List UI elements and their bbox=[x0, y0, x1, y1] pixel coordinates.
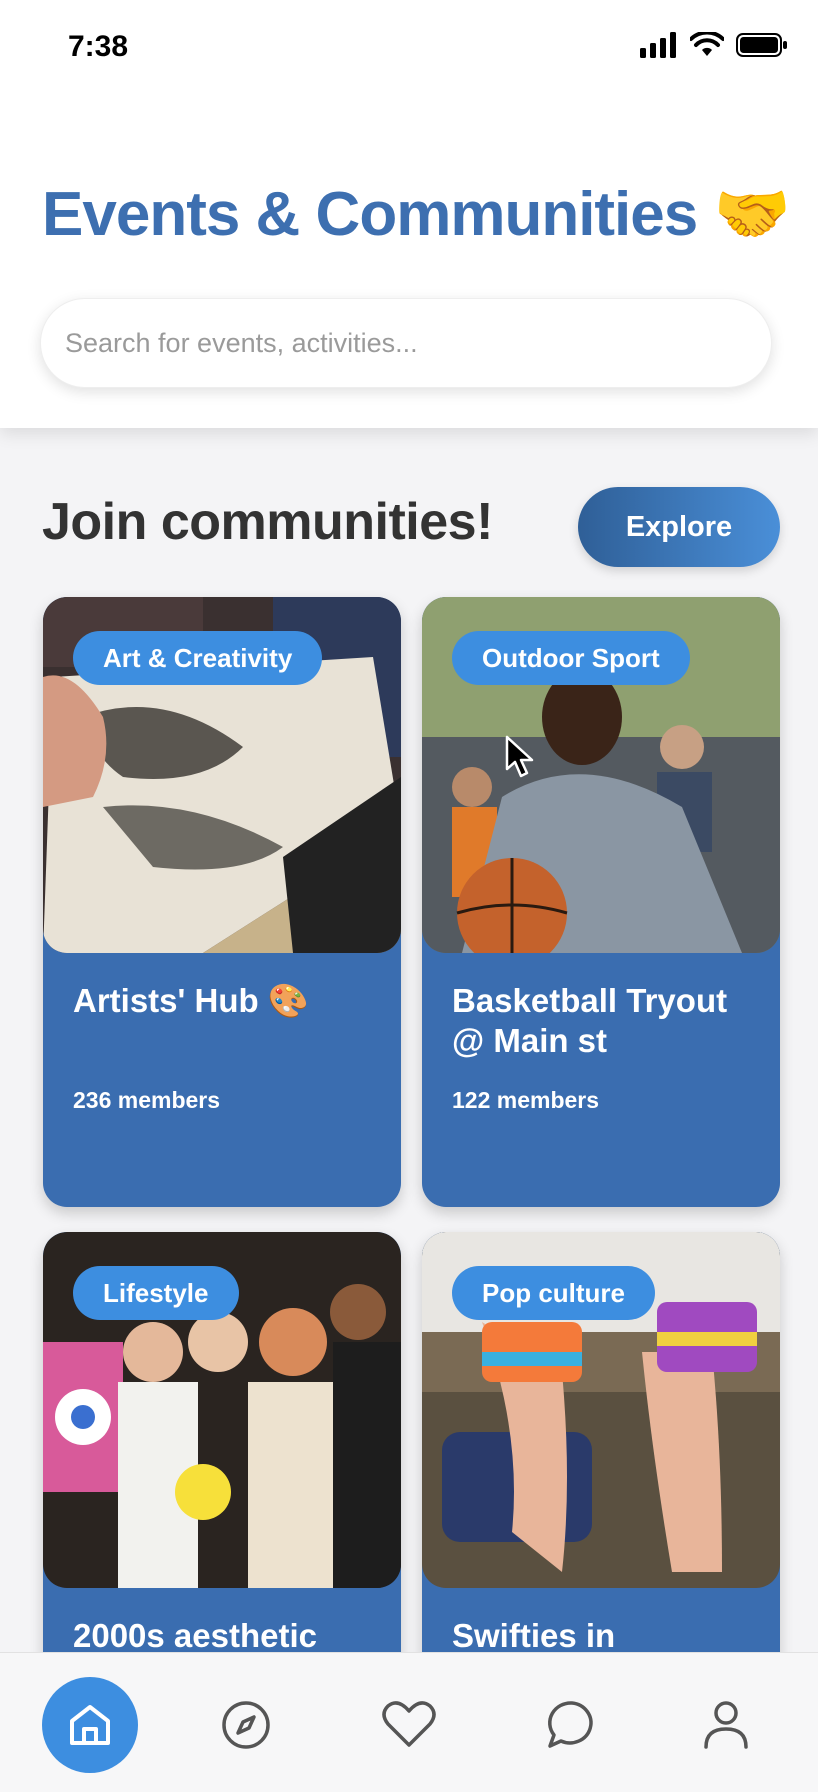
status-bar: 7:38 bbox=[0, 0, 818, 100]
member-count: 122 members bbox=[452, 1087, 600, 1113]
heart-icon bbox=[382, 1701, 436, 1747]
card-title: Artists' Hub 🎨 bbox=[73, 982, 309, 1019]
signal-icon bbox=[640, 32, 676, 58]
community-card-basketball-tryout[interactable]: Outdoor Sport Basketball Tryout @ Main s… bbox=[422, 597, 780, 1207]
mouse-cursor-icon bbox=[505, 735, 534, 778]
tab-home[interactable] bbox=[42, 1677, 138, 1773]
card-title: Swifties in bbox=[452, 1617, 616, 1654]
wifi-icon bbox=[690, 32, 724, 56]
header-panel: 7:38 Events & Communities 🤝 bbox=[0, 0, 818, 428]
home-icon bbox=[70, 1705, 110, 1745]
profile-icon bbox=[704, 1701, 748, 1749]
category-chip: Art & Creativity bbox=[73, 631, 323, 685]
card-title: 2000s aesthetic bbox=[73, 1617, 318, 1654]
category-chip: Outdoor Sport bbox=[452, 631, 690, 685]
compass-icon bbox=[222, 1701, 270, 1749]
tab-favorites[interactable] bbox=[361, 1677, 457, 1773]
tab-messages[interactable] bbox=[524, 1677, 620, 1773]
tab-profile[interactable] bbox=[678, 1677, 774, 1773]
explore-button[interactable]: Explore bbox=[578, 487, 780, 567]
category-chip: Lifestyle bbox=[73, 1266, 239, 1320]
chat-icon bbox=[548, 1701, 593, 1748]
category-chip: Pop culture bbox=[452, 1266, 656, 1320]
status-time: 7:38 bbox=[68, 30, 129, 63]
tab-explore[interactable] bbox=[198, 1677, 294, 1773]
bottom-tab-bar bbox=[0, 1652, 818, 1792]
search-bar bbox=[40, 298, 772, 388]
community-card-artists-hub[interactable]: Art & Creativity Artists' Hub 🎨 236 memb… bbox=[43, 597, 401, 1207]
status-icons bbox=[640, 32, 788, 58]
member-count: 236 members bbox=[73, 1087, 221, 1113]
section-title: Join communities! bbox=[42, 493, 493, 551]
search-input[interactable] bbox=[41, 299, 771, 387]
card-title: Basketball Tryout @ Main st bbox=[452, 982, 728, 1059]
page-title: Events & Communities 🤝 bbox=[42, 180, 791, 249]
battery-icon bbox=[736, 33, 787, 57]
